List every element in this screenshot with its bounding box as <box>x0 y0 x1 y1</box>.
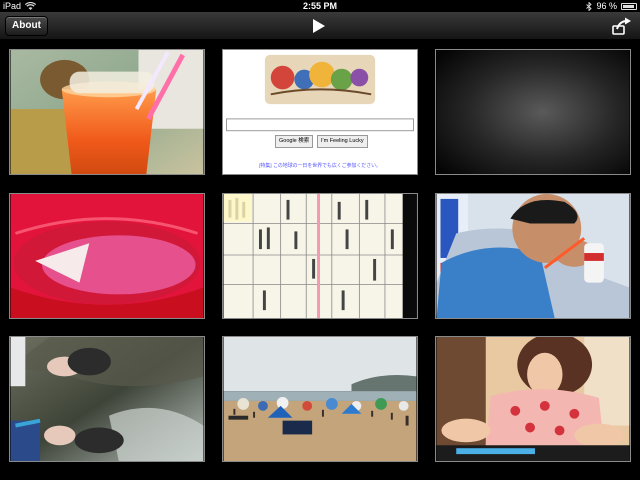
photo-boy-eating-image <box>436 194 630 318</box>
photo-child-table-image <box>436 337 630 461</box>
photo-red-bowl-image <box>10 194 204 318</box>
photo-tv-listings[interactable] <box>222 193 418 319</box>
about-button[interactable]: About <box>5 16 48 36</box>
battery-icon <box>621 2 637 10</box>
photo-feet-water[interactable] <box>9 336 205 462</box>
google-search-button: Google 検索 <box>275 135 314 148</box>
toolbar: About <box>0 12 640 40</box>
photo-orange-drink-image <box>10 50 204 174</box>
photo-dark-gradient[interactable] <box>435 49 631 175</box>
play-icon[interactable] <box>312 18 326 34</box>
photo-crowded-beach[interactable] <box>222 336 418 462</box>
bluetooth-icon <box>586 1 593 11</box>
photo-crowded-beach-image <box>223 337 417 461</box>
status-right: 96 % <box>586 0 637 12</box>
photo-boy-eating[interactable] <box>435 193 631 319</box>
photo-red-bowl[interactable] <box>9 193 205 319</box>
battery-percent: 96 % <box>596 1 617 11</box>
photo-google-homepage[interactable]: [特集] この地球の一日を世界でも広くご参加ください。 Google 検索 I'… <box>222 49 418 175</box>
action-icon[interactable] <box>612 16 632 36</box>
status-bar: iPad 2:55 PM 96 % <box>0 0 640 12</box>
photo-orange-drink[interactable] <box>9 49 205 175</box>
feeling-lucky-button: I'm Feeling Lucky <box>317 135 368 148</box>
svg-text:[特集] この地球の一日を世界でも広くご参加ください。: [特集] この地球の一日を世界でも広くご参加ください。 <box>259 162 381 169</box>
status-time: 2:55 PM <box>302 1 337 11</box>
photo-google-homepage-image: [特集] この地球の一日を世界でも広くご参加ください。 <box>223 50 417 174</box>
photo-dark-gradient-image <box>436 50 630 174</box>
photo-feet-water-image <box>10 337 204 461</box>
photo-tv-listings-image <box>223 194 417 318</box>
photo-child-table[interactable] <box>435 336 631 462</box>
